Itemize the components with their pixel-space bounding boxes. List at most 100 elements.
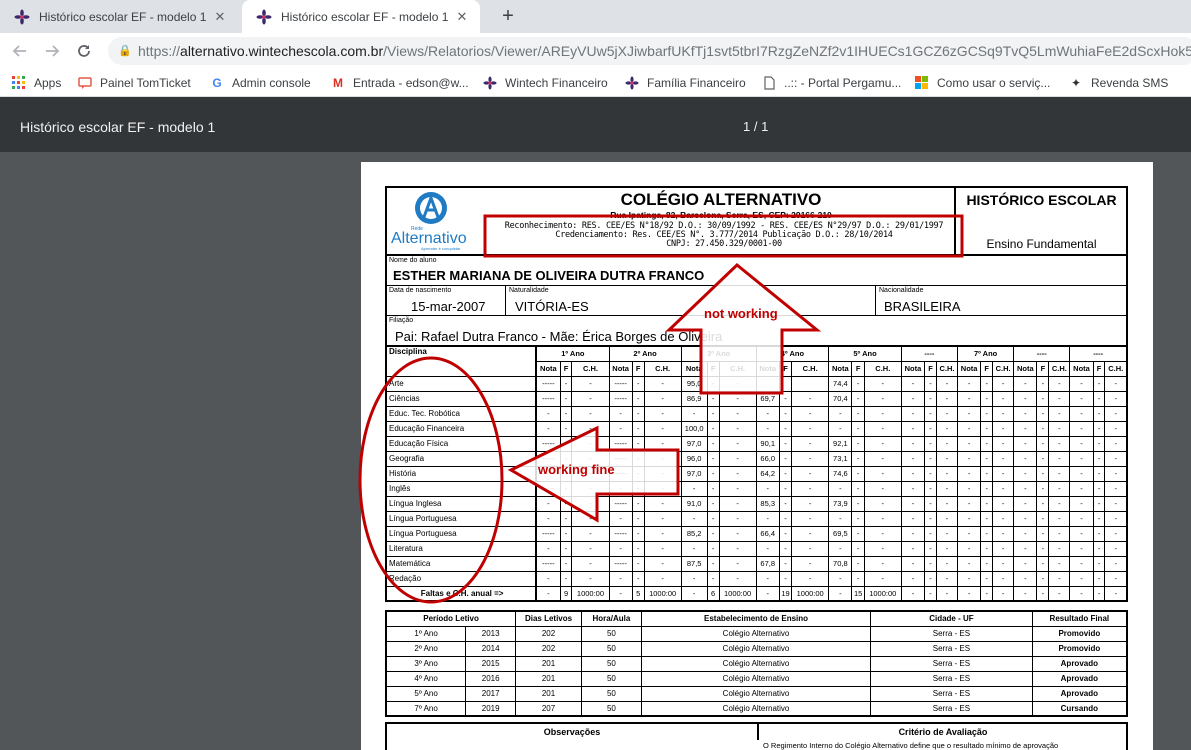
subcolumn-header: F [924,360,937,377]
grade-cell: - [1036,405,1050,422]
grade-cell: - [1069,450,1094,467]
year-header: 4º Ano [755,345,830,362]
tab-2-active[interactable]: Histórico escolar EF - modelo 1 ✕ [242,0,480,33]
document-header: Rede Alternativo Aprender é conquistar C… [385,186,1128,256]
grade-cell: - [559,495,573,512]
bookmark-painel-tomticket[interactable]: Painel TomTicket [78,69,191,97]
grade-cell: 97,0 [680,435,708,452]
grade-row: Arte ----- - - ----- - -95,0- -74,4- - - - - - - - - - - -… [385,375,1128,392]
periods-header-row: Período Letivo Dias Letivos Hora/Aula Estab… [385,610,1128,627]
grade-cell: - [643,450,682,467]
address-bar[interactable]: 🔒 https://alternativo.wintechescola.com.… [108,37,1191,65]
grade-cell: - [992,540,1015,557]
grade-cell: 70,8 [828,555,853,572]
apps-grid-icon [12,76,25,89]
grade-cell: - [1104,495,1128,512]
subcolumn-header: C.H. [791,360,830,377]
pdf-title: Histórico escolar EF - modelo 1 [20,119,216,135]
field-label: Data de nascimento [389,287,452,294]
period-column-header: Estabelecimento de Ensino [640,610,872,627]
grade-cell: - [980,390,994,407]
grade-cell: - [608,540,633,557]
period-cell: 50 [580,625,642,642]
period-cell: 4º Ano [385,670,467,687]
total-cell: 1000:00 [718,585,757,602]
close-tab-icon[interactable]: ✕ [452,9,472,25]
grade-cell: - [1069,420,1094,437]
new-tab-button[interactable]: + [496,4,520,28]
subcolumn-header: C.H. [1104,360,1128,377]
subject-name: Língua Portuguesa [385,510,538,527]
bookmark-entrada-gmail[interactable]: M Entrada - edson@w... [331,69,469,97]
grade-cell: - [1104,570,1128,587]
grade-cell: - [706,495,720,512]
bookmark-familia-financeiro[interactable]: Família Financeiro [625,69,746,97]
grade-cell: - [755,510,780,527]
grade-cell: - [828,405,853,422]
grade-cell: - [956,420,982,437]
grade-cell: - [956,495,982,512]
grades-year-header-row: Disciplina 1º Ano 2º Ano 3º Ano 4º Ano 5º Ano… [385,345,1128,377]
grade-cell: 85,3 [755,495,780,512]
grade-cell: - [980,495,994,512]
reload-icon[interactable] [72,39,96,63]
grade-cell: ----- [608,375,633,392]
grade-cell: - [863,495,902,512]
bookmark-label: Família Financeiro [647,76,746,90]
grade-cell: - [631,420,645,437]
observations-title: Observações [387,724,759,740]
bookmark-como-usar[interactable]: Como usar o serviç... [915,69,1050,97]
grade-cell: - [643,435,682,452]
grade-cell: - [1104,555,1128,572]
subject-header: Disciplina [385,345,538,377]
pdf-page-indicator: 1 / 1 [743,119,769,134]
bookmark-wintech-financeiro[interactable]: Wintech Financeiro [483,69,608,97]
criteria-title: Critério de Avaliação [898,727,988,737]
close-tab-icon[interactable]: ✕ [210,9,230,25]
bookmark-label: Entrada - edson@w... [353,76,469,90]
grade-cell: - [900,390,926,407]
grade-cell: ----- [535,525,561,542]
bookmark-apps[interactable]: Apps [12,69,61,97]
grade-cell: 74,4 [828,375,853,392]
grade-cell: - [559,435,573,452]
subcolumn-header: F [631,360,645,377]
grade-cell: - [851,480,865,497]
grade-cell: - [778,390,793,407]
grade-cell: - [1013,390,1038,407]
bookmark-portal-pergamum[interactable]: ..:: - Portal Pergamu... [762,69,901,97]
grade-cell: - [643,465,682,482]
forward-arrow-icon[interactable] [40,39,64,63]
grade-cell: - [1069,555,1094,572]
period-cell: 2015 [465,655,517,672]
grade-cell: - [1092,510,1106,527]
tab-1[interactable]: Histórico escolar EF - modelo 1 ✕ [0,0,238,33]
subject-name: História [385,465,538,482]
grade-row: Ciências ----- - - ----- - -86,9- -69,7- -70,4- -… [385,390,1128,407]
grade-cell: - [980,540,994,557]
grade-cell: - [980,465,994,482]
grade-cell: - [778,540,793,557]
grade-cell: - [631,450,645,467]
period-column-header: Resultado Final [1031,610,1128,627]
grade-cell: - [1013,450,1038,467]
grade-cell: - [851,450,865,467]
grade-cell: - [924,390,937,407]
subcolumn-header: F [778,360,793,377]
grade-cell: - [924,570,937,587]
grade-cell: - [1069,435,1094,452]
grade-cell: - [1036,540,1050,557]
subcolumn-header: Nota [1069,360,1094,377]
grade-cell: - [1013,510,1038,527]
back-arrow-icon[interactable] [8,39,32,63]
subcolumn-header: C.H. [643,360,682,377]
grade-cell: - [1092,540,1106,557]
page-icon [764,76,775,90]
tab-title: Histórico escolar EF - modelo 1 [39,9,207,24]
bookmark-revenda-sms[interactable]: ✦ Revenda SMS [1069,69,1168,97]
grade-cell: - [1036,495,1050,512]
bookmark-admin-console[interactable]: G Admin console [210,69,310,97]
bookmarks-bar: Apps Painel TomTicket G Admin console M … [0,69,1191,97]
google-icon: G [212,76,222,90]
parents: Pai: Rafael Dutra Franco - Mãe: Érica Bo… [395,329,723,344]
